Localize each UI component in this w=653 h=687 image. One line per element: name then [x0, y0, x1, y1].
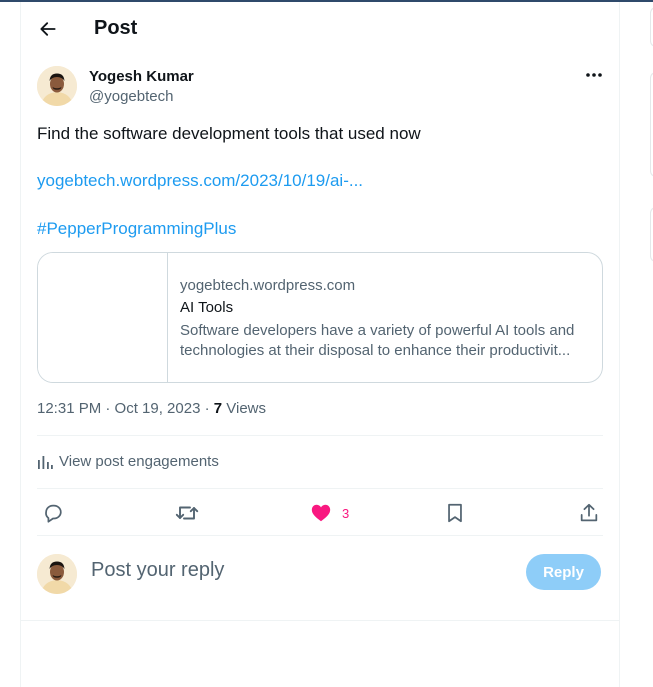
tweet-hashtag[interactable]: #PepperProgrammingPlus — [37, 219, 236, 239]
view-engagements-link[interactable]: View post engagements — [37, 453, 219, 470]
action-bar: 3 — [21, 498, 621, 528]
author-name[interactable]: Yogesh Kumar — [89, 68, 194, 85]
post-meta: 12:31 PM · Oct 19, 2023 · 7 Views — [37, 400, 266, 417]
reply-input[interactable]: Post your reply — [91, 559, 224, 582]
back-button[interactable] — [33, 14, 63, 44]
retweet-icon — [175, 506, 199, 520]
post-timestamp[interactable]: 12:31 PM · Oct 19, 2023 · — [37, 400, 214, 417]
divider — [21, 620, 619, 621]
divider — [37, 488, 603, 489]
reply-avatar — [37, 554, 77, 594]
like-button[interactable]: 3 — [310, 498, 349, 528]
card-title: AI Tools — [180, 299, 234, 316]
author-handle[interactable]: @yogebtech — [89, 88, 173, 105]
divider — [37, 535, 603, 536]
bookmark-icon — [448, 503, 462, 523]
reply-submit-button[interactable]: Reply — [526, 554, 601, 590]
share-icon — [580, 503, 598, 522]
card-description: Software developers have a variety of po… — [180, 321, 592, 361]
link-preview-card[interactable]: yogebtech.wordpress.com AI Tools Softwar… — [37, 252, 603, 383]
like-count: 3 — [342, 505, 350, 521]
chart-icon — [38, 455, 53, 469]
right-sidebar-edge — [648, 2, 653, 687]
views-label: Views — [222, 400, 267, 417]
page-title: Post — [94, 17, 138, 39]
card-description-line: technologies at their disposal to enhanc… — [180, 342, 571, 359]
card-description-line: Software developers have a variety of po… — [180, 322, 575, 339]
post-header: Post — [21, 2, 621, 54]
repost-button[interactable] — [175, 498, 199, 528]
divider — [37, 435, 603, 436]
share-button[interactable] — [578, 498, 600, 528]
tweet-text: Find the software development tools that… — [37, 124, 421, 143]
post-column: Post Yogesh Kumar @yogebtech Find the so… — [20, 2, 620, 687]
engagements-label: View post engagements — [59, 453, 219, 470]
bookmark-button[interactable] — [444, 498, 466, 528]
reply-button[interactable] — [42, 498, 64, 528]
views-count: 7 — [213, 400, 223, 417]
author-avatar[interactable] — [37, 66, 77, 106]
more-button[interactable] — [583, 64, 605, 86]
heart-icon — [311, 504, 331, 522]
more-icon — [586, 73, 602, 77]
tweet-link[interactable]: yogebtech.wordpress.com/2023/10/19/ai-..… — [37, 171, 363, 191]
reply-icon — [45, 504, 62, 523]
card-thumbnail — [38, 253, 168, 382]
back-arrow-icon — [40, 22, 56, 36]
card-domain: yogebtech.wordpress.com — [180, 277, 356, 294]
